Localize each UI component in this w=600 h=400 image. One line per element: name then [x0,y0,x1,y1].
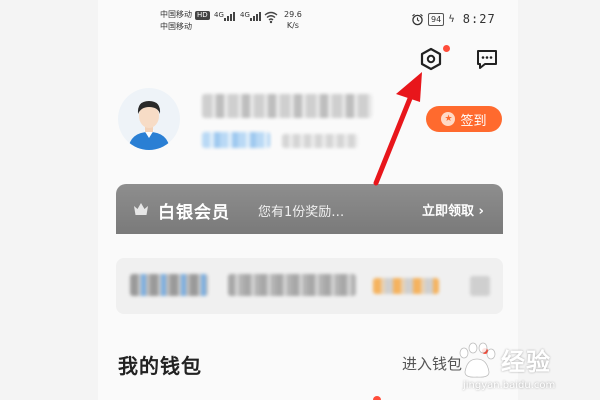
watermark-url: jingyan.baidu.com [463,380,556,391]
crown-icon [134,203,148,215]
settings-notification-dot [443,45,450,52]
message-icon[interactable] [474,46,500,72]
signal-icon [224,12,236,21]
coin-icon: ★ [441,112,456,126]
network-type-2: 4G [240,11,250,19]
battery-level: 94 [428,12,445,26]
info-block-redacted-3 [373,278,439,294]
checkin-label: 签到 [460,113,487,129]
wallet-link[interactable]: 进入钱包 [402,353,462,374]
watermark: 经验 jingyan.baidu.com [455,336,595,400]
paw-logo-icon [459,342,496,378]
speed-value: 29.6 [284,10,302,19]
username-redacted [202,94,372,118]
carrier-1: 中国移动 [160,10,192,19]
carrier-info: 中国移动 HD 中国移动 [160,9,210,33]
info-block-redacted-1 [130,274,208,296]
network-speed: 29.6 K/s [284,9,302,31]
watermark-text: 经验 [501,348,551,376]
alarm-icon [412,13,423,25]
signal-icon-2 [250,12,262,21]
wifi-icon [264,11,278,24]
speed-unit: K/s [286,21,299,30]
vip-claim-link[interactable]: 立即领取 › [422,200,484,219]
user-level-tag-redacted[interactable] [202,132,270,148]
checkin-button[interactable]: ★ 签到 [426,106,502,132]
user-info-redacted [282,134,358,148]
hd-badge: HD [195,11,210,20]
vip-claim-label: 立即领取 [422,204,475,219]
status-bar: 中国移动 HD 中国移动 4G 4G 29.6 K/s 94 ϟ 8:27 [98,0,518,38]
status-right: 94 ϟ 8:27 [411,12,496,26]
charging-icon: ϟ [448,13,455,25]
carrier-2: 中国移动 [160,22,192,31]
wallet-title: 我的钱包 [118,354,202,378]
vip-title: 白银会员 [158,203,230,223]
info-block-redacted-4 [470,276,490,296]
vip-membership-banner[interactable]: 白银会员 您有1份奖励… 立即领取 › [116,184,503,234]
info-block-redacted-2 [228,274,356,296]
bottom-notification-dot [373,396,381,400]
clock: 8:27 [462,12,496,26]
avatar[interactable] [118,88,180,150]
network-type-1: 4G [214,11,224,19]
settings-icon[interactable] [418,46,444,72]
vip-description: 您有1份奖励… [258,205,345,220]
user-avatar-icon [128,101,170,150]
